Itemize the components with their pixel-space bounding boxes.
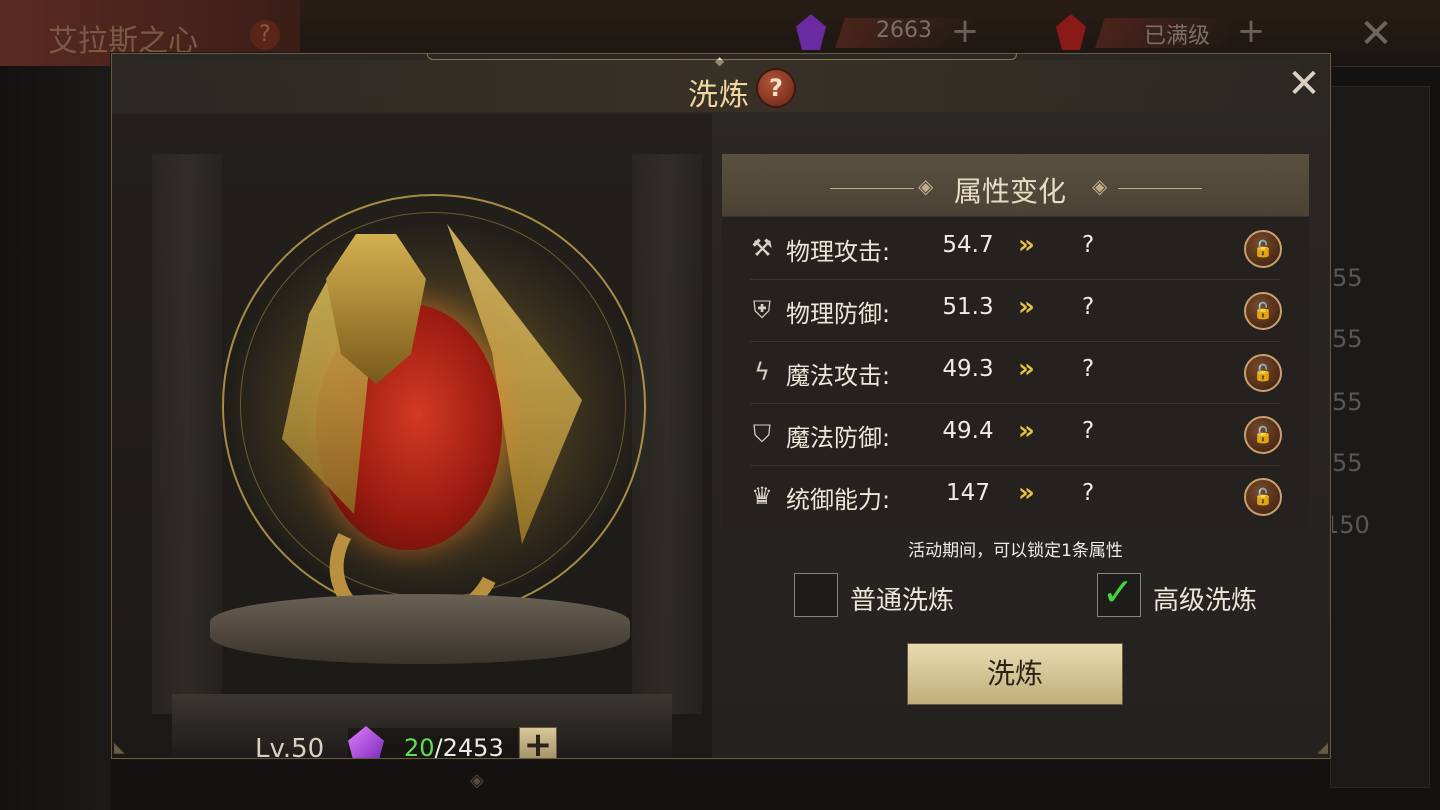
header-ornament-icon: ◈ xyxy=(1092,174,1108,198)
background-plus-icon: + xyxy=(950,11,980,51)
attribute-row: ♛ 统御能力: 147 » ? 🔓 xyxy=(722,466,1309,528)
attribute-label: 物理攻击: xyxy=(786,238,891,266)
background-side-value: 55 xyxy=(1332,388,1363,416)
attribute-value: 51.3 xyxy=(942,294,994,320)
background-side-panel xyxy=(1330,86,1430,788)
attribute-label: 统御能力: xyxy=(786,486,891,514)
header-line xyxy=(1118,188,1202,189)
item-artwork: Lv.50 20/2453 + xyxy=(112,114,712,758)
background-resource-2: 已满级 xyxy=(1144,24,1211,49)
advanced-refine-label: 高级洗炼 xyxy=(1153,586,1258,616)
background-resource-1: 2663 xyxy=(876,18,932,43)
double-arrow-icon: » xyxy=(1018,354,1035,384)
lock-icon[interactable]: 🔓 xyxy=(1244,354,1282,392)
attribute-label: 物理防御: xyxy=(786,300,891,328)
attribute-result: ? xyxy=(1082,294,1095,320)
close-icon[interactable]: ✕ xyxy=(1284,64,1324,104)
attribute-value: 54.7 xyxy=(942,232,994,258)
checkmark-icon: ✓ xyxy=(1102,570,1134,614)
lock-icon[interactable]: 🔓 xyxy=(1244,416,1282,454)
lightning-icon: ϟ xyxy=(754,358,770,386)
attribute-value: 49.4 xyxy=(942,418,994,444)
background-side-value: 55 xyxy=(1332,325,1363,353)
crown-icon: ♛ xyxy=(751,482,773,510)
background-ornament-icon: ◈ xyxy=(470,770,484,791)
corner-ornament-icon: ◢ xyxy=(1317,740,1328,756)
attribute-row: ⛨ 物理防御: 51.3 » ? 🔓 xyxy=(722,280,1309,342)
magic-shield-icon: ⛉ xyxy=(753,420,771,448)
normal-refine-option[interactable]: 普通洗炼 xyxy=(794,573,994,617)
lock-icon[interactable]: 🔓 xyxy=(1244,230,1282,268)
double-arrow-icon: » xyxy=(1018,478,1035,508)
double-arrow-icon: » xyxy=(1018,292,1035,322)
header-line xyxy=(830,188,914,189)
material-count: 20/2453 xyxy=(404,734,504,758)
attribute-row: ϟ 魔法攻击: 49.3 » ? 🔓 xyxy=(722,342,1309,404)
attribute-result: ? xyxy=(1082,356,1095,382)
panel-header: ◈ 属性变化 ◈ xyxy=(722,154,1309,217)
attribute-row: ⛉ 魔法防御: 49.4 » ? 🔓 xyxy=(722,404,1309,466)
background-side-value: 55 xyxy=(1332,264,1363,292)
background-left-column xyxy=(0,66,110,810)
refine-button[interactable]: 洗炼 xyxy=(907,643,1123,705)
add-material-button[interactable]: + xyxy=(519,727,557,758)
attribute-row: ⚒ 物理攻击: 54.7 » ? 🔓 xyxy=(722,218,1309,280)
background-side-value: 55 xyxy=(1332,449,1363,477)
header-ornament-icon: ◈ xyxy=(918,174,934,198)
normal-refine-label: 普通洗炼 xyxy=(850,586,955,616)
double-arrow-icon: » xyxy=(1018,416,1035,446)
attribute-label: 魔法攻击: xyxy=(786,362,891,390)
background-close-icon: ✕ xyxy=(1359,11,1393,57)
shield-icon: ⛨ xyxy=(753,296,771,324)
attribute-label: 魔法防御: xyxy=(786,424,891,452)
attribute-result: ? xyxy=(1082,418,1095,444)
advanced-refine-checkbox[interactable]: ✓ xyxy=(1097,570,1141,617)
lock-icon[interactable]: 🔓 xyxy=(1244,478,1282,516)
help-icon[interactable]: ? xyxy=(756,68,796,108)
pedestal-top xyxy=(210,594,630,664)
background-plus-icon-2: + xyxy=(1236,11,1266,51)
item-level: Lv.50 xyxy=(255,734,325,758)
background-help-icon: ? xyxy=(250,20,280,50)
material-current: 20 xyxy=(404,734,435,758)
lock-icon[interactable]: 🔓 xyxy=(1244,292,1282,330)
double-arrow-icon: » xyxy=(1018,230,1035,260)
attribute-value: 49.3 xyxy=(942,356,994,382)
advanced-refine-option[interactable]: ✓ 高级洗炼 xyxy=(1097,570,1297,617)
axe-icon: ⚒ xyxy=(751,234,773,262)
attribute-value: 147 xyxy=(946,480,990,506)
attribute-panel: ◈ 属性变化 ◈ ⚒ 物理攻击: 54.7 » ? 🔓 ⛨ 物理防御: 51.3… xyxy=(722,154,1309,528)
panel-title: 属性变化 xyxy=(954,175,1067,208)
refine-modal: ◆ 洗炼 ? ✕ Lv.50 20/2453 + ◈ 属性变化 ◈ ⚒ 物 xyxy=(111,53,1331,759)
material-total: /2453 xyxy=(434,734,504,758)
corner-ornament-icon: ◣ xyxy=(114,740,125,756)
modal-title: 洗炼 xyxy=(688,78,750,113)
attribute-result: ? xyxy=(1082,480,1095,506)
attribute-result: ? xyxy=(1082,232,1095,258)
lock-hint-text: 活动期间，可以锁定1条属性 xyxy=(908,541,1123,561)
normal-refine-checkbox[interactable] xyxy=(794,573,838,617)
